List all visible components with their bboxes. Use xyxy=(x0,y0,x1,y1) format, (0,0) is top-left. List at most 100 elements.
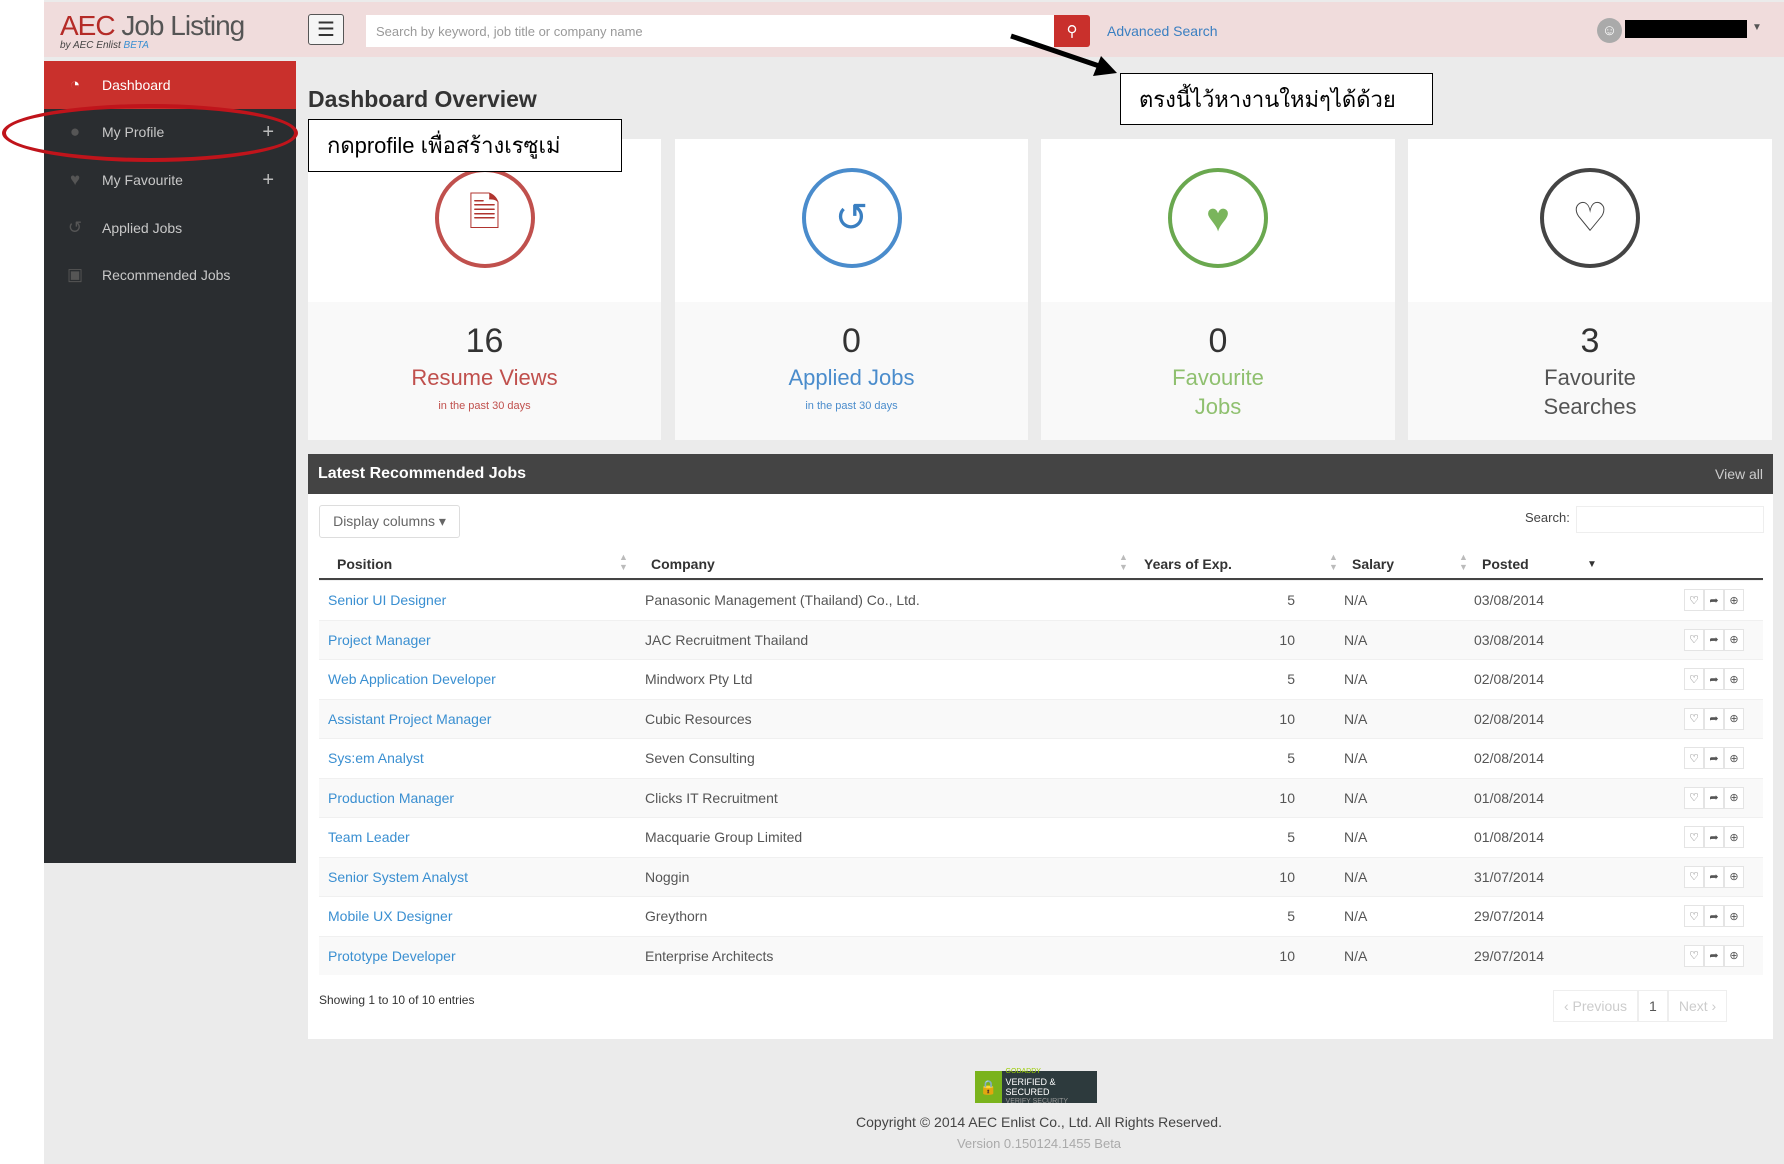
table-row: Production Manager Clicks IT Recruitment 1… xyxy=(319,777,1763,817)
table-row: Mobile UX Designer Greythorn 5 N/A 29/07/201… xyxy=(319,896,1763,936)
stat-label: Favourite Searches xyxy=(1543,365,1637,419)
caret-down-icon[interactable]: ▼ xyxy=(1752,22,1762,33)
column-header-years[interactable]: Years of Exp. xyxy=(1144,556,1232,572)
salary-cell: N/A xyxy=(1344,592,1368,608)
display-columns-button[interactable]: Display columns ▾ xyxy=(319,505,460,538)
posted-cell: 02/08/2014 xyxy=(1474,750,1545,766)
company-cell: JAC Recruitment Thailand xyxy=(645,631,809,648)
godaddy-security-badge[interactable]: 🔒 GODADDY VERIFIED & SECURED VERIFY SECU… xyxy=(975,1068,1097,1105)
table-row: Assistant Project Manager Cubic Resources… xyxy=(319,698,1763,738)
favourite-icon[interactable]: ♡ xyxy=(1684,628,1704,651)
badge-main: VERIFIED & SECURED xyxy=(1005,1077,1056,1097)
job-position-link[interactable]: Sys:em Analyst xyxy=(328,750,424,766)
job-position-link[interactable]: Team Leader xyxy=(328,829,410,845)
favourite-icon[interactable]: ♡ xyxy=(1684,747,1704,769)
share-icon[interactable]: ➦ xyxy=(1704,865,1724,888)
sort-icon[interactable]: ▲ ▼ xyxy=(1329,552,1338,572)
job-position-link[interactable]: Mobile UX Designer xyxy=(328,908,453,924)
salary-cell: N/A xyxy=(1344,829,1368,845)
logo[interactable]: AEC Job Listing by AEC Enlist BETA xyxy=(60,10,245,51)
previous-page-button[interactable]: ‹ Previous xyxy=(1553,990,1639,1022)
share-icon[interactable]: ➦ xyxy=(1704,826,1724,848)
company-cell: Mindworx Pty Ltd xyxy=(645,671,753,687)
view-details-icon[interactable]: ⊕ xyxy=(1724,628,1744,651)
view-details-icon[interactable]: ⊕ xyxy=(1724,668,1744,690)
sort-icon[interactable]: ▲ ▼ xyxy=(1119,552,1128,572)
search-input[interactable]: Search by keyword, job title or company … xyxy=(366,15,1054,47)
view-details-icon[interactable]: ⊕ xyxy=(1724,589,1744,611)
sort-icon[interactable]: ▲ ▼ xyxy=(1459,552,1468,572)
view-details-icon[interactable]: ⊕ xyxy=(1724,905,1744,927)
company-cell: Seven Consulting xyxy=(645,750,755,766)
badge-top: GODADDY xyxy=(1005,1068,1041,1075)
row-actions: ♡ ➦ ⊕ xyxy=(1684,747,1744,769)
favourite-icon[interactable]: ♡ xyxy=(1684,905,1704,927)
plus-icon[interactable]: + xyxy=(262,169,274,192)
column-header-posted[interactable]: Posted xyxy=(1482,556,1529,572)
logo-rest: Job Listing xyxy=(114,10,245,41)
sidebar-item-label: My Favourite xyxy=(102,172,183,188)
favourite-icon[interactable]: ♡ xyxy=(1684,707,1704,730)
sidebar-item-label: Dashboard xyxy=(102,77,171,93)
sidebar-item-my-favourite[interactable]: ♥ My Favourite + xyxy=(44,156,296,204)
favourite-icon[interactable]: ♡ xyxy=(1684,668,1704,690)
view-details-icon[interactable]: ⊕ xyxy=(1724,944,1744,967)
view-details-icon[interactable]: ⊕ xyxy=(1724,826,1744,848)
share-icon[interactable]: ➦ xyxy=(1704,628,1724,651)
company-cell: Panasonic Management (Thailand) Co., Ltd… xyxy=(645,592,920,608)
share-icon[interactable]: ➦ xyxy=(1704,944,1724,967)
table-row: Web Application Developer Mindworx Pty Lt… xyxy=(319,659,1763,699)
company-cell: Noggin xyxy=(645,868,690,885)
table-search-label: Search: xyxy=(1525,510,1570,525)
menu-toggle-button[interactable]: ☰ xyxy=(308,14,344,45)
job-position-link[interactable]: Production Manager xyxy=(328,790,454,806)
hamburger-icon: ☰ xyxy=(317,19,335,41)
column-header-company[interactable]: Company xyxy=(651,556,715,572)
stat-sub: in the past 30 days xyxy=(438,400,531,412)
column-header-salary[interactable]: Salary xyxy=(1352,556,1394,572)
posted-cell: 01/08/2014 xyxy=(1474,789,1545,806)
favourite-icon[interactable]: ♡ xyxy=(1684,589,1704,611)
view-details-icon[interactable]: ⊕ xyxy=(1724,786,1744,809)
row-actions: ♡ ➦ ⊕ xyxy=(1684,826,1744,848)
company-cell: Macquarie Group Limited xyxy=(645,829,803,845)
favourite-icon[interactable]: ♡ xyxy=(1684,826,1704,848)
redacted-username[interactable] xyxy=(1625,20,1747,38)
row-actions: ♡ ➦ ⊕ xyxy=(1684,905,1744,927)
row-actions: ♡ ➦ ⊕ xyxy=(1684,628,1744,651)
sidebar-item-dashboard[interactable]: ◔ Dashboard xyxy=(44,61,296,109)
column-header-position[interactable]: Position xyxy=(337,556,392,572)
share-icon[interactable]: ➦ xyxy=(1704,747,1724,769)
favourite-icon[interactable]: ♡ xyxy=(1684,944,1704,967)
briefcase-icon: ▣ xyxy=(66,265,84,284)
view-details-icon[interactable]: ⊕ xyxy=(1724,747,1744,769)
table-search-input[interactable] xyxy=(1576,506,1764,533)
job-position-link[interactable]: Assistant Project Manager xyxy=(328,711,491,727)
next-page-button[interactable]: Next › xyxy=(1667,990,1728,1022)
table-row: Project Manager JAC Recruitment Thailand 1… xyxy=(319,619,1763,659)
annotation-profile-note: กดprofile เพื่อสร้างเรซูเม่ xyxy=(308,119,622,172)
job-position-link[interactable]: Senior UI Designer xyxy=(328,592,446,608)
sort-desc-icon[interactable]: ▼ xyxy=(1587,559,1597,570)
share-icon[interactable]: ➦ xyxy=(1704,707,1724,730)
table-row: Senior UI Designer Panasonic Management (… xyxy=(319,580,1763,620)
share-icon[interactable]: ➦ xyxy=(1704,589,1724,611)
share-icon[interactable]: ➦ xyxy=(1704,786,1724,809)
share-icon[interactable]: ➦ xyxy=(1704,905,1724,927)
stat-label: Favourite Jobs xyxy=(1172,365,1264,419)
job-position-link[interactable]: Prototype Developer xyxy=(328,948,456,964)
sidebar-item-recommended-jobs[interactable]: ▣ Recommended Jobs xyxy=(44,251,296,299)
share-icon[interactable]: ➦ xyxy=(1704,668,1724,690)
favourite-icon[interactable]: ♡ xyxy=(1684,786,1704,809)
job-position-link[interactable]: Project Manager xyxy=(328,632,431,648)
sort-icon[interactable]: ▲ ▼ xyxy=(619,552,628,572)
page-1-button[interactable]: 1 xyxy=(1638,990,1668,1022)
view-details-icon[interactable]: ⊕ xyxy=(1724,865,1744,888)
job-position-link[interactable]: Web Application Developer xyxy=(328,671,496,687)
user-avatar[interactable]: ☺ xyxy=(1597,18,1622,43)
job-position-link[interactable]: Senior System Analyst xyxy=(328,869,468,885)
sidebar-item-applied-jobs[interactable]: ↺ Applied Jobs xyxy=(44,204,296,252)
view-details-icon[interactable]: ⊕ xyxy=(1724,707,1744,730)
view-all-link[interactable]: View all xyxy=(1715,466,1763,482)
favourite-icon[interactable]: ♡ xyxy=(1684,865,1704,888)
